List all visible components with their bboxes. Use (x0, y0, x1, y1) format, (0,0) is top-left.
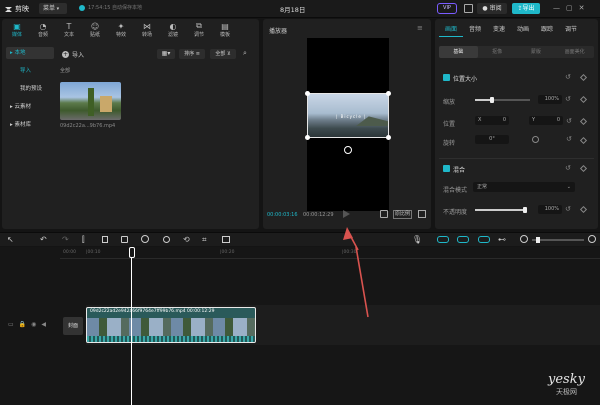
annotation-arrowhead-icon (343, 227, 359, 251)
